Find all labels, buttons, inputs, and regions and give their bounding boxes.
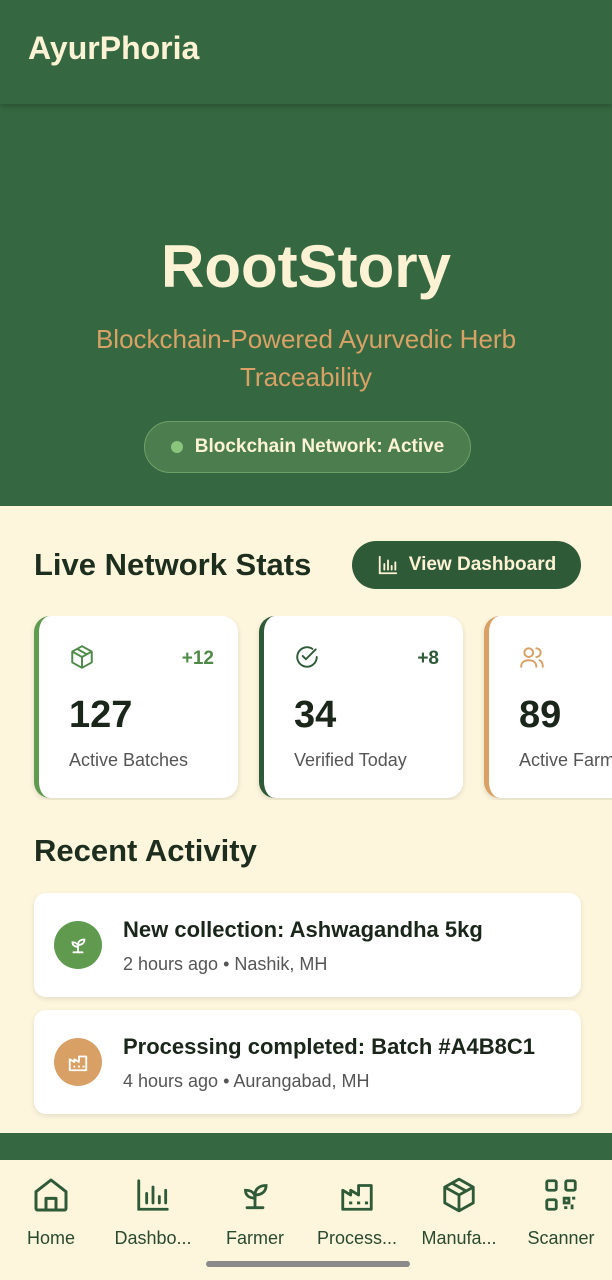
activity-item[interactable]: New collection: Ashwagandha 5kg 2 hours … xyxy=(34,893,581,997)
stat-delta: +8 xyxy=(417,648,439,669)
view-dashboard-button[interactable]: View Dashboard xyxy=(352,541,581,589)
hero-brand: RootStory xyxy=(161,233,451,300)
stat-label: Verified Today xyxy=(294,750,407,770)
nav-item-manufacturer[interactable]: Manufa... xyxy=(408,1174,510,1249)
factory-icon xyxy=(341,1184,373,1211)
home-icon xyxy=(34,1178,68,1212)
stat-label: Active Farmers xyxy=(519,750,612,770)
activity-time: 2 hours ago xyxy=(123,954,219,974)
hero-tagline: Blockchain-Powered Ayurvedic Herb Tracea… xyxy=(95,324,517,392)
bar-chart-icon xyxy=(137,1179,169,1211)
home-indicator[interactable] xyxy=(206,1261,410,1267)
nav-item-farmer[interactable]: Farmer xyxy=(204,1174,306,1249)
nav-label: Home xyxy=(26,1228,75,1248)
nav-label: Process... xyxy=(316,1228,398,1248)
activity-title: Processing completed: Batch #A4B8C1 xyxy=(123,1034,536,1059)
stat-card-active-batches[interactable]: +12 127 Active Batches xyxy=(34,616,238,798)
nav-item-dashboard[interactable]: Dashbo... xyxy=(102,1174,204,1249)
stat-card-verified-today[interactable]: +8 34 Verified Today xyxy=(259,616,463,798)
stats-section-title: Live Network Stats xyxy=(34,547,312,582)
app-bar: AyurPhoria xyxy=(0,0,612,104)
activity-title: New collection: Ashwagandha 5kg xyxy=(123,917,483,942)
nav-item-processor[interactable]: Process... xyxy=(306,1174,408,1249)
nav-label: Manufa... xyxy=(421,1228,497,1248)
network-status-badge: Blockchain Network: Active xyxy=(144,421,471,473)
nav-top-border xyxy=(0,1133,612,1160)
activity-time: 4 hours ago xyxy=(123,1071,219,1091)
sprout-icon xyxy=(54,921,102,969)
box-icon xyxy=(443,1177,475,1213)
status-dot-icon xyxy=(170,441,183,453)
meta-separator: • xyxy=(223,954,235,974)
stat-delta: +12 xyxy=(181,648,214,669)
app-title: AyurPhoria xyxy=(28,30,200,66)
activity-location: Nashik, MH xyxy=(234,954,328,974)
stats-carousel[interactable]: +12 127 Active Batches +8 34 Verified To… xyxy=(0,616,612,800)
nav-item-scanner[interactable]: Scanner xyxy=(510,1174,612,1249)
nav-label: Scanner xyxy=(527,1228,595,1248)
activity-item[interactable]: Processing completed: Batch #A4B8C1 4 ho… xyxy=(34,1010,581,1114)
bar-chart-icon xyxy=(378,555,397,575)
view-dashboard-label: View Dashboard xyxy=(408,554,557,575)
factory-icon xyxy=(54,1038,102,1086)
stat-value: 127 xyxy=(69,694,133,736)
nav-label: Farmer xyxy=(226,1228,284,1248)
stat-card-active-farmers[interactable]: 89 Active Farmers xyxy=(484,616,612,798)
meta-separator: • xyxy=(223,1071,234,1091)
qr-code-icon xyxy=(545,1179,577,1211)
box-icon xyxy=(71,645,93,669)
users-icon xyxy=(520,647,544,668)
stat-label: Active Batches xyxy=(69,750,189,770)
sprout-icon xyxy=(244,1184,268,1210)
stat-value: 89 xyxy=(519,694,562,736)
activity-meta: 2 hours ago • Nashik, MH xyxy=(123,954,327,975)
hero-banner: RootStory Blockchain-Powered Ayurvedic H… xyxy=(0,104,612,506)
check-circle-icon xyxy=(296,646,318,668)
nav-label: Dashbo... xyxy=(114,1228,192,1248)
activity-meta: 4 hours ago • Aurangabad, MH xyxy=(123,1071,370,1092)
stat-value: 34 xyxy=(294,694,337,736)
nav-item-home[interactable]: Home xyxy=(0,1174,102,1249)
network-status-text: Blockchain Network: Active xyxy=(194,436,445,457)
activity-section-title: Recent Activity xyxy=(34,833,257,868)
activity-location: Aurangabad, MH xyxy=(233,1071,370,1091)
